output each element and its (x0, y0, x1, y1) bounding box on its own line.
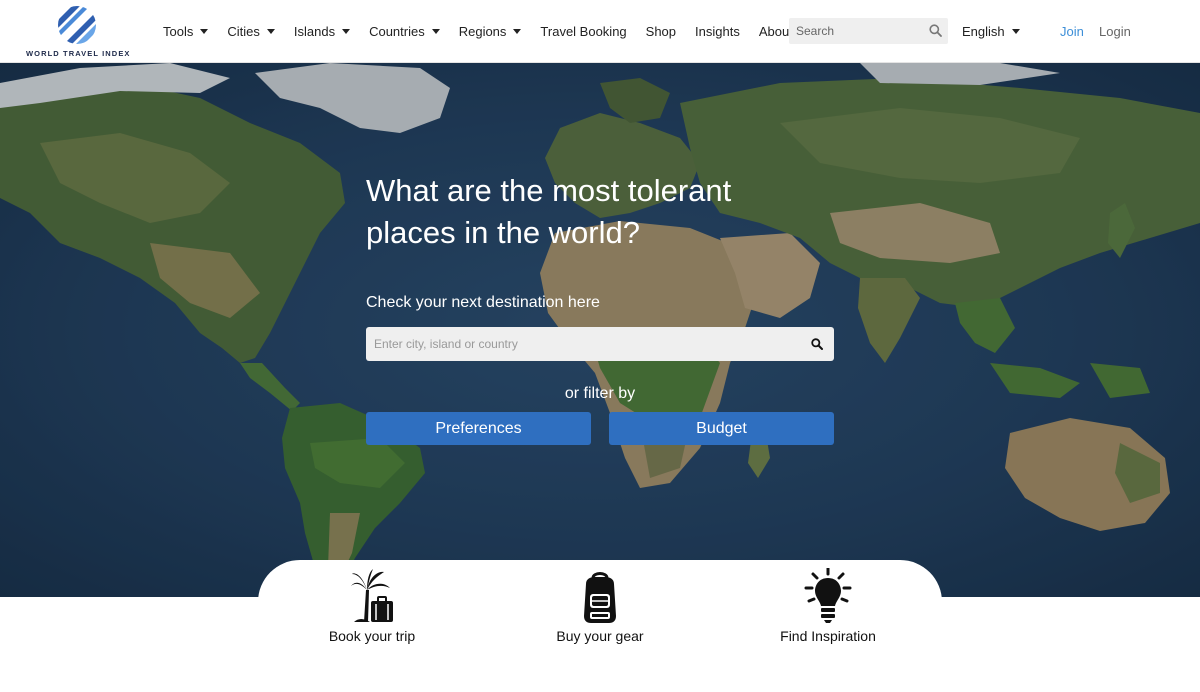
lightbulb-icon (804, 568, 852, 623)
login-link[interactable]: Login (1099, 0, 1131, 63)
filter-label: or filter by (564, 385, 636, 402)
nav-label: Shop (645, 24, 677, 39)
caret-down-icon (431, 29, 440, 34)
caret-down-icon (200, 29, 209, 34)
site-header: WORLD TRAVEL INDEX Tools Cities Islands … (0, 0, 1200, 63)
site-logo[interactable]: WORLD TRAVEL INDEX (26, 4, 131, 60)
nav-label: Regions (458, 24, 507, 39)
feature-find-inspiration[interactable]: Find Inspiration (738, 568, 918, 644)
hero-section: What are the most tolerant places in the… (0, 63, 1200, 597)
nav-item-about[interactable]: About (759, 24, 793, 39)
destination-search-input[interactable] (366, 327, 796, 361)
nav-label: About (758, 24, 793, 39)
nav-label: Islands (293, 24, 336, 39)
join-link[interactable]: Join (1060, 0, 1084, 63)
nav-item-tools[interactable]: Tools (163, 24, 209, 39)
hero-title: What are the most tolerant places in the… (366, 170, 846, 254)
caret-down-icon (1011, 29, 1020, 34)
globe-logo-icon (58, 6, 96, 44)
feature-buy-gear[interactable]: Buy your gear (510, 568, 690, 644)
budget-button[interactable]: Budget (609, 412, 834, 445)
nav-item-insights[interactable]: Insights (695, 24, 740, 39)
search-icon[interactable] (929, 24, 942, 37)
nav-label: Cities (227, 24, 260, 39)
nav-label: Tools (163, 24, 194, 39)
nav-item-cities[interactable]: Cities (227, 24, 275, 39)
hero-title-line-1: What are the most tolerant (366, 173, 732, 208)
nav-item-countries[interactable]: Countries (369, 24, 440, 39)
nav-item-regions[interactable]: Regions (459, 24, 522, 39)
caret-down-icon (342, 29, 351, 34)
caret-down-icon (513, 29, 522, 34)
language-selector[interactable]: English (962, 0, 1020, 63)
main-nav: Tools Cities Islands Countries Regions T… (163, 0, 812, 63)
palm-suitcase-icon (351, 569, 393, 622)
preferences-button[interactable]: Preferences (366, 412, 591, 445)
caret-down-icon (266, 29, 275, 34)
nav-label: Insights (695, 24, 740, 39)
feature-label: Find Inspiration (780, 628, 876, 644)
feature-label: Buy your gear (556, 628, 644, 644)
nav-item-shop[interactable]: Shop (646, 24, 676, 39)
header-search (789, 18, 948, 44)
feature-book-trip[interactable]: Book your trip (282, 568, 462, 644)
nav-label: Travel Booking (540, 24, 627, 39)
header-search-input[interactable] (789, 18, 924, 44)
nav-item-travel-booking[interactable]: Travel Booking (540, 24, 626, 39)
search-icon[interactable] (811, 338, 823, 350)
hero-subtitle: Check your next destination here (366, 294, 600, 311)
nav-item-islands[interactable]: Islands (293, 24, 351, 39)
feature-label: Book your trip (328, 628, 416, 644)
language-label: English (962, 24, 1005, 39)
hero-title-line-2: places in the world? (366, 215, 640, 250)
destination-search (366, 327, 834, 361)
backpack-icon (584, 572, 616, 623)
logo-text: WORLD TRAVEL INDEX (26, 49, 131, 58)
nav-label: Countries (369, 24, 425, 39)
